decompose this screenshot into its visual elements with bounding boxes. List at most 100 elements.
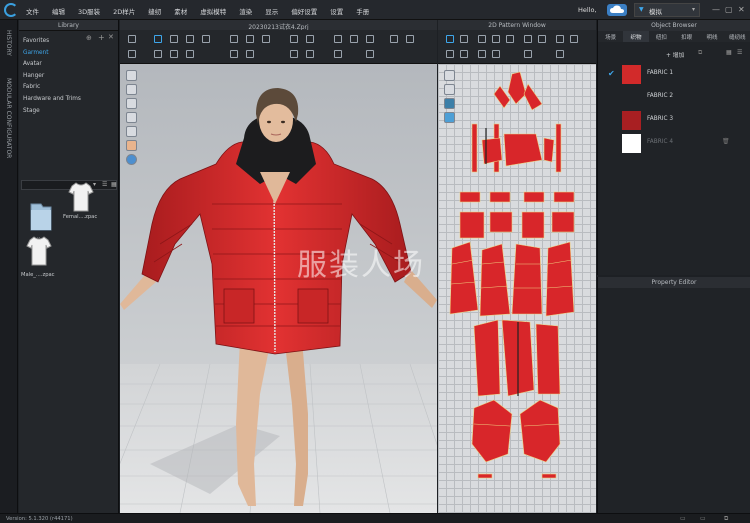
menu-avatar[interactable]: 虚拟模特	[200, 6, 226, 16]
tab-sewing-line[interactable]: 缝纫线	[725, 31, 750, 42]
fabric-display-icon[interactable]	[126, 126, 137, 137]
tab-button[interactable]: 纽扣	[649, 31, 674, 42]
library-item-stage[interactable]: Stage	[23, 108, 81, 120]
menu-settings[interactable]: 设置	[330, 6, 343, 16]
shrink-tool-icon[interactable]	[230, 50, 238, 58]
tab-buttonhole[interactable]: 扣眼	[674, 31, 699, 42]
avatar-tool-icon[interactable]	[154, 50, 162, 58]
polygon-icon[interactable]	[478, 35, 486, 43]
library-item-favorites[interactable]: Favorites	[23, 38, 81, 50]
elastic-tool-icon[interactable]	[306, 50, 314, 58]
tab-scene[interactable]: 场景	[598, 31, 623, 42]
tab-history[interactable]: HISTORY	[5, 30, 12, 56]
menu-display[interactable]: 显示	[265, 6, 278, 16]
layout-icon[interactable]: ▭	[680, 515, 686, 522]
graphic-tool-icon[interactable]	[406, 35, 414, 43]
trace-icon[interactable]	[478, 50, 486, 58]
mode-select[interactable]: 模拟 ▼ ▾	[634, 3, 700, 17]
tape-tool-icon[interactable]	[262, 35, 270, 43]
sew-tool-icon[interactable]	[290, 35, 298, 43]
female-garment-thumbnail[interactable]	[67, 180, 95, 214]
transform-tool-icon[interactable]	[154, 35, 162, 43]
library-close-icon[interactable]: ✕	[108, 33, 114, 41]
zipper-tool-icon[interactable]	[366, 35, 374, 43]
select-tool-icon[interactable]	[128, 35, 136, 43]
notch-icon[interactable]	[538, 35, 546, 43]
pattern-display-icon[interactable]	[444, 84, 455, 95]
avatar-display-icon[interactable]	[126, 98, 137, 109]
tab-topstitch[interactable]: 明线	[699, 31, 724, 42]
3d-viewport[interactable]	[120, 64, 437, 513]
menu-render[interactable]: 渲染	[239, 6, 252, 16]
check-icon[interactable]: ✔	[608, 69, 615, 78]
internal-line-icon[interactable]	[460, 50, 468, 58]
fold-tool-icon[interactable]	[202, 35, 210, 43]
pattern-view-icon[interactable]	[444, 70, 455, 81]
list-view-icon[interactable]: ☰	[102, 181, 107, 188]
library-item-garment[interactable]: Garment	[23, 50, 81, 62]
free-sew-icon[interactable]	[570, 35, 578, 43]
library-item-fabric[interactable]: Fabric	[23, 84, 81, 96]
stitch-tool-icon[interactable]	[306, 35, 314, 43]
cloud-icon[interactable]	[607, 4, 627, 16]
menu-2d-pattern[interactable]: 2D样片	[113, 6, 135, 16]
maximize-icon[interactable]: ▢	[725, 5, 733, 14]
texture-tool-icon[interactable]	[390, 35, 398, 43]
shading-mode-icon[interactable]	[126, 84, 137, 95]
layout-split-icon[interactable]: ▭	[700, 515, 706, 522]
brush-tool-icon[interactable]	[170, 50, 178, 58]
garment-display-icon[interactable]	[126, 112, 137, 123]
pattern-tool-icon[interactable]	[186, 50, 194, 58]
buttonhole-tool-icon[interactable]	[350, 35, 358, 43]
tab-modular-configurator[interactable]: MODULAR CONFIGURATOR	[5, 78, 12, 158]
library-item-hanger[interactable]: Hanger	[23, 73, 81, 85]
grade-icon[interactable]	[524, 50, 532, 58]
folder-up-thumbnail[interactable]	[27, 200, 55, 234]
library-back-icon[interactable]: ⊕	[86, 34, 92, 42]
pattern-select-icon[interactable]	[446, 35, 454, 43]
arrange-tool-icon[interactable]	[230, 35, 238, 43]
measure-tool-icon[interactable]	[246, 35, 254, 43]
pattern-texture-icon[interactable]	[444, 112, 455, 123]
grid-view-icon[interactable]: ▦	[111, 181, 117, 188]
menu-manual[interactable]: 手册	[356, 6, 369, 16]
pattern-canvas[interactable]	[438, 64, 596, 513]
menu-sewing[interactable]: 缝纫	[148, 6, 161, 16]
fabric-item[interactable]: FABRIC 2	[598, 86, 750, 108]
dart-icon[interactable]	[524, 35, 532, 43]
library-add-icon[interactable]: +	[98, 33, 105, 42]
close-icon[interactable]: ✕	[738, 5, 745, 14]
pin-tool-icon[interactable]	[186, 35, 194, 43]
rectangle-icon[interactable]	[492, 35, 500, 43]
library-item-hardware[interactable]: Hardware and Trims	[23, 96, 81, 108]
menu-materials[interactable]: 素材	[174, 6, 187, 16]
solidify-tool-icon[interactable]	[246, 50, 254, 58]
view-mode-icon[interactable]	[126, 70, 137, 81]
grid-view-icon[interactable]: ▦	[726, 49, 732, 56]
edit-sewing-icon[interactable]	[446, 50, 454, 58]
fabric-item[interactable]: ✔ FABRIC 1	[598, 63, 750, 85]
menu-file[interactable]: 文件	[26, 6, 39, 16]
texture-edit-icon[interactable]	[556, 50, 564, 58]
box-tool-icon[interactable]	[170, 35, 178, 43]
button-tool-icon[interactable]	[334, 35, 342, 43]
pleat-tool-icon[interactable]	[290, 50, 298, 58]
tab-fabric[interactable]: 织物	[623, 31, 649, 42]
menu-3d-garment[interactable]: 3D服装	[78, 6, 100, 16]
circle-icon[interactable]	[506, 35, 514, 43]
lock-tool-icon[interactable]	[128, 50, 136, 58]
fabric-view-icon[interactable]	[444, 98, 455, 109]
add-fabric-button[interactable]: + 增加	[666, 50, 684, 59]
menu-preferences[interactable]: 偏好设置	[291, 6, 317, 16]
male-garment-thumbnail[interactable]	[25, 234, 53, 268]
library-item-avatar[interactable]: Avatar	[23, 61, 81, 73]
minimize-icon[interactable]: —	[712, 5, 720, 14]
fabric-item[interactable]: FABRIC 4 🗑	[598, 132, 750, 154]
trim-tool-icon[interactable]	[334, 50, 342, 58]
trash-icon[interactable]: 🗑	[722, 138, 730, 145]
avatar-skin-icon[interactable]	[126, 140, 137, 151]
list-view-icon[interactable]: ☰	[737, 49, 742, 56]
copy-icon[interactable]: ⧉	[698, 49, 702, 57]
segment-sew-icon[interactable]	[556, 35, 564, 43]
edit-point-icon[interactable]	[460, 35, 468, 43]
